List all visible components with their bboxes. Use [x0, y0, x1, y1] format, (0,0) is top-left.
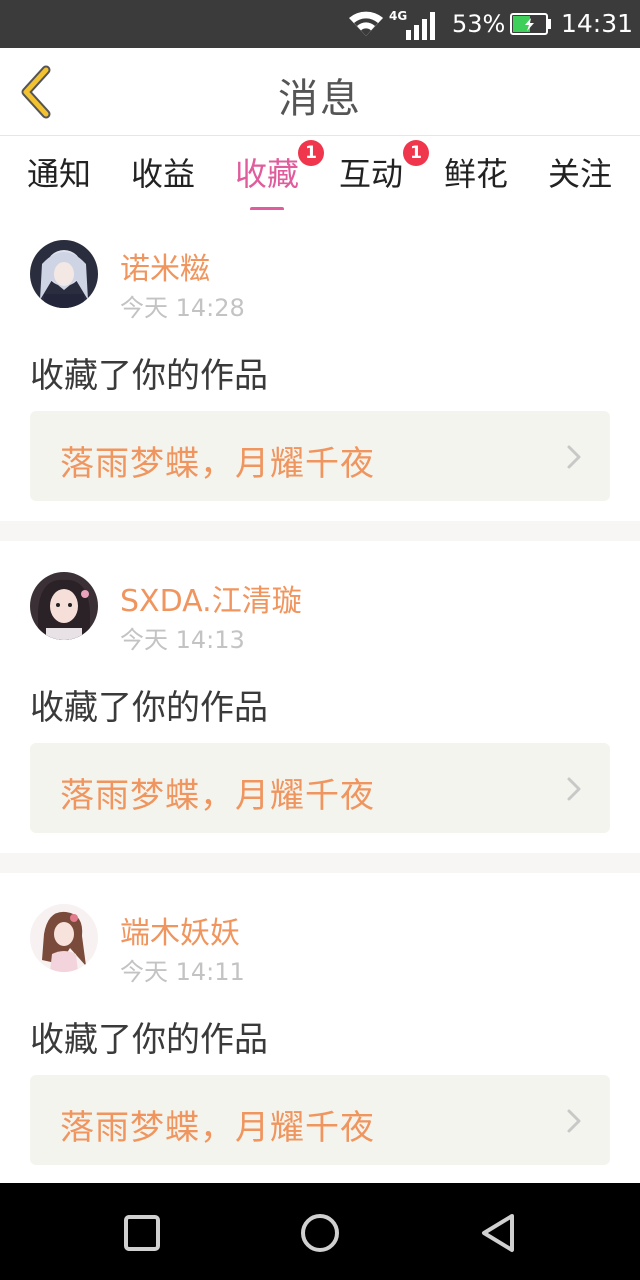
tab-flowers[interactable]: 鲜花	[424, 149, 528, 195]
system-nav-bar	[0, 1183, 640, 1280]
tab-label: 关注	[547, 155, 612, 193]
tab-bar: 通知 收益 收藏 1 互动 1 鲜花 关注	[0, 137, 640, 211]
timestamp: 今天 14:28	[120, 294, 245, 322]
tab-earnings[interactable]: 收益	[111, 149, 215, 195]
avatar[interactable]	[30, 572, 98, 640]
action-text: 收藏了你的作品	[30, 1020, 268, 1060]
recent-apps-button[interactable]	[120, 1211, 164, 1255]
tab-favorites[interactable]: 收藏 1	[215, 140, 324, 211]
avatar[interactable]	[30, 240, 98, 308]
message-card: 端木妖妖 今天 14:11 收藏了你的作品 落雨梦蝶，月耀千夜	[0, 874, 640, 1186]
message-card: SXDA.江清璇 今天 14:13 收藏了你的作品 落雨梦蝶，月耀千夜	[0, 542, 640, 854]
back-nav-button[interactable]	[476, 1211, 520, 1255]
tab-label: 鲜花	[443, 155, 508, 193]
page-title: 消息	[278, 76, 362, 122]
work-title: 落雨梦蝶，月耀千夜	[60, 1108, 375, 1148]
work-title: 落雨梦蝶，月耀千夜	[60, 444, 375, 484]
chevron-right-icon	[567, 1109, 581, 1133]
action-text: 收藏了你的作品	[30, 356, 268, 396]
wifi-icon	[349, 11, 383, 36]
tab-follows[interactable]: 关注	[528, 149, 632, 195]
chevron-right-icon	[567, 777, 581, 801]
network-type: 4G	[389, 9, 408, 23]
clock: 14:31	[561, 9, 634, 38]
action-text: 收藏了你的作品	[30, 688, 268, 728]
tab-interactions[interactable]: 互动 1	[319, 140, 429, 195]
username[interactable]: 端木妖妖	[120, 908, 240, 952]
triangle-back-icon	[482, 1214, 514, 1252]
status-bar: 4G 53% 14:31	[0, 0, 640, 48]
tab-notifications[interactable]: 通知	[7, 149, 111, 195]
avatar-image	[30, 240, 98, 308]
battery-icon	[510, 13, 551, 35]
avatar-image	[30, 904, 98, 972]
tab-label: 收藏	[234, 155, 299, 193]
work-title: 落雨梦蝶，月耀千夜	[60, 776, 375, 816]
home-button[interactable]	[298, 1211, 342, 1255]
divider	[0, 521, 640, 541]
tab-label: 收益	[130, 155, 195, 193]
message-card: 诺米糍 今天 14:28 收藏了你的作品 落雨梦蝶，月耀千夜	[0, 210, 640, 522]
username[interactable]: 诺米糍	[120, 244, 210, 288]
avatar[interactable]	[30, 904, 98, 972]
avatar-image	[30, 572, 98, 640]
tab-label: 通知	[26, 155, 91, 193]
work-link[interactable]: 落雨梦蝶，月耀千夜	[30, 411, 610, 501]
username[interactable]: SXDA.江清璇	[120, 576, 302, 620]
timestamp: 今天 14:11	[120, 958, 245, 986]
timestamp: 今天 14:13	[120, 626, 245, 654]
work-link[interactable]: 落雨梦蝶，月耀千夜	[30, 1075, 610, 1165]
divider	[0, 853, 640, 873]
title-bar: 消息	[0, 48, 640, 136]
signal-icon	[406, 12, 435, 40]
circle-icon	[301, 1214, 339, 1252]
battery-percent: 53%	[452, 10, 506, 38]
chevron-right-icon	[567, 445, 581, 469]
work-link[interactable]: 落雨梦蝶，月耀千夜	[30, 743, 610, 833]
tab-label: 互动	[338, 155, 403, 193]
square-icon	[124, 1215, 160, 1251]
